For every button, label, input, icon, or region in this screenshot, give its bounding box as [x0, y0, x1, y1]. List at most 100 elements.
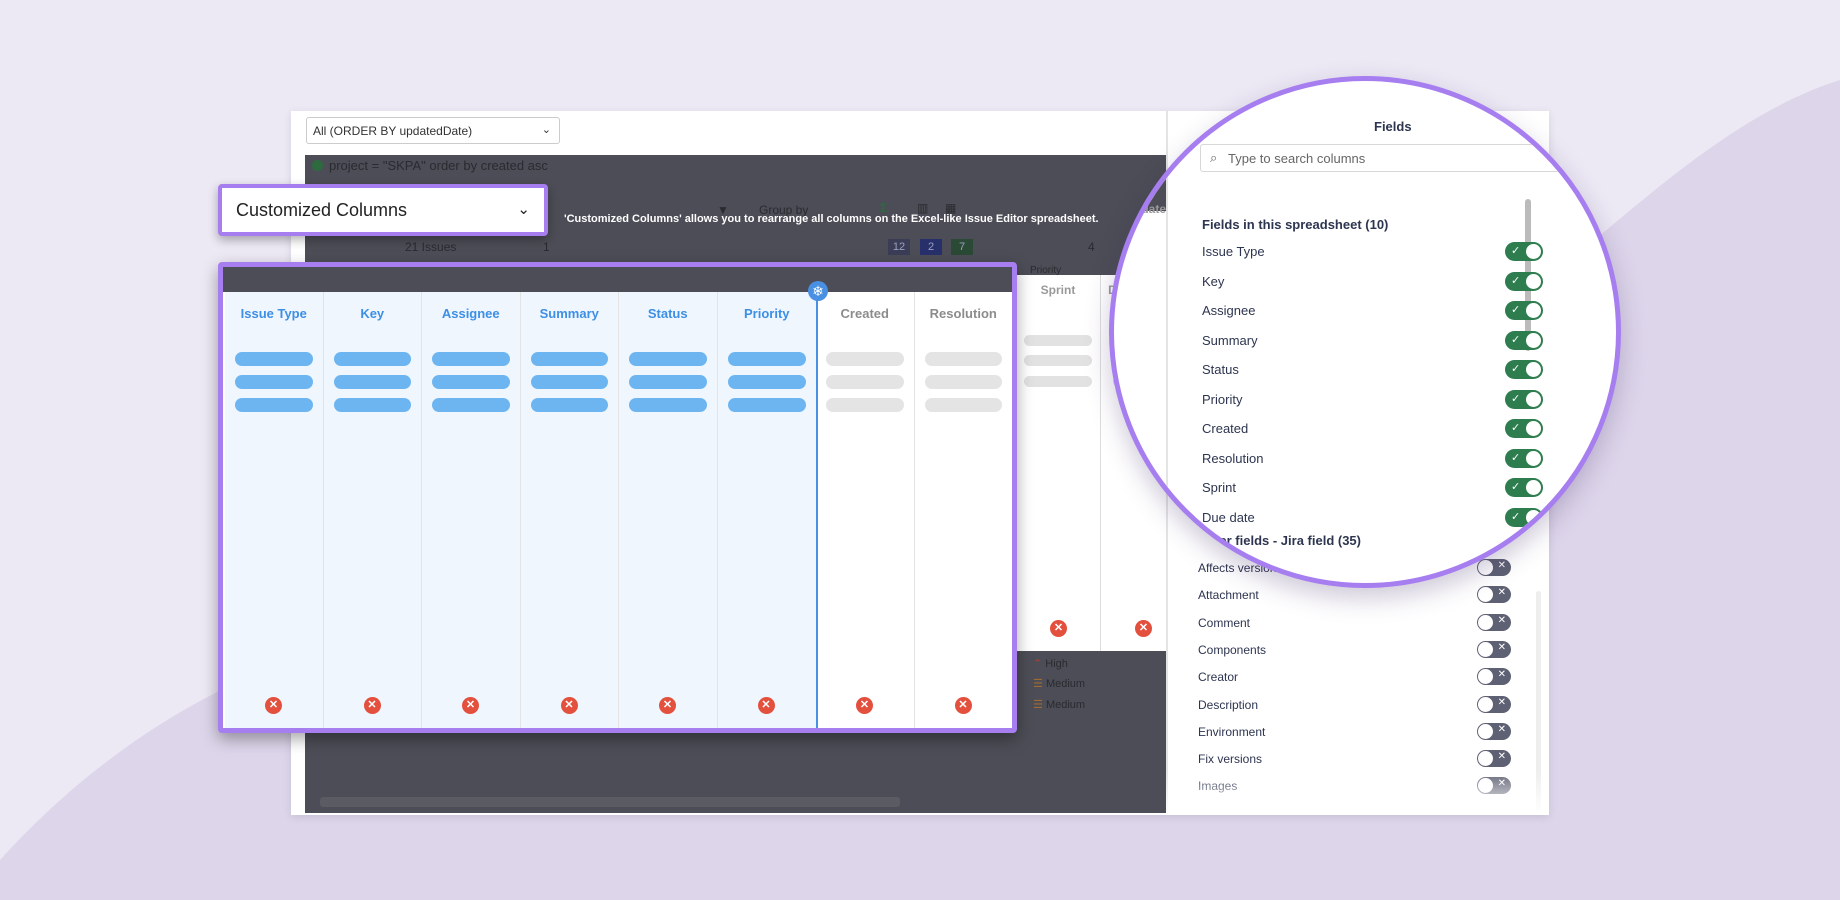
other-field-item: Fix versions	[1198, 752, 1263, 767]
jql-query[interactable]: project = "SKPA" order by created asc	[312, 158, 548, 173]
placeholder-bar	[727, 352, 806, 366]
column-header: Summary	[539, 306, 599, 321]
field-toggle-on[interactable]	[1505, 478, 1543, 497]
other-field-item: Attachment	[1198, 588, 1259, 603]
field-toggle-on[interactable]	[1505, 507, 1543, 527]
placeholder-bar	[432, 375, 510, 389]
panel-title: Fields	[1374, 119, 1412, 134]
column-header: Status	[647, 306, 688, 321]
badge-inprogress: 2	[920, 239, 942, 255]
field-toggle-on[interactable]	[1505, 330, 1543, 350]
remove-column-icon[interactable]: ✕	[757, 697, 775, 714]
field-item: Priority	[1202, 391, 1243, 407]
placeholder-bar	[530, 375, 608, 389]
remove-column-icon[interactable]: ✕	[265, 697, 282, 714]
other-fields-header: Other fields - Jira field (35)	[1197, 533, 1361, 548]
summary-count: 1	[543, 240, 550, 254]
remove-column-icon[interactable]: ✕	[954, 697, 972, 714]
view-select[interactable]: All (ORDER BY updatedDate) ⌄	[306, 117, 560, 144]
remove-column-icon[interactable]: ✕	[462, 697, 479, 714]
search-placeholder: Type to search columns	[1228, 151, 1366, 166]
priority-row: ☰ Medium	[1033, 678, 1086, 690]
remove-column-icon[interactable]: ✕	[1050, 620, 1067, 637]
column-key[interactable]: Key ✕	[323, 292, 422, 728]
remove-column-icon[interactable]: ✕	[560, 697, 578, 714]
remove-column-icon[interactable]: ✕	[1135, 620, 1152, 637]
remove-column-icon[interactable]: ✕	[856, 697, 873, 714]
field-toggle-off[interactable]	[1477, 722, 1511, 740]
field-item: Sprint	[1202, 480, 1236, 495]
column-header: Sprint	[1040, 283, 1076, 297]
search-icon: ⌕	[1210, 150, 1218, 165]
field-toggle-off[interactable]	[1477, 640, 1511, 658]
column-set-value: Customized Columns	[236, 200, 408, 220]
column-priority[interactable]: Priority ✕	[717, 292, 816, 728]
field-toggle-off[interactable]	[1477, 668, 1511, 686]
placeholder-bar	[826, 352, 904, 366]
column-set-select[interactable]: Customized Columns ⌄	[218, 184, 548, 236]
view-select-value: All (ORDER BY updatedDate)	[313, 124, 473, 138]
other-field-item: Environment	[1198, 724, 1266, 739]
remove-column-icon[interactable]: ✕	[659, 697, 676, 714]
field-toggle-off[interactable]	[1477, 586, 1511, 604]
priority-row: ⌃ High	[1033, 658, 1068, 670]
chevron-down-icon: ⌄	[517, 201, 530, 218]
field-toggle-on[interactable]	[1505, 242, 1543, 261]
panel-fade	[1166, 770, 1549, 815]
field-toggle-off[interactable]	[1477, 695, 1511, 713]
field-toggle-on[interactable]	[1505, 271, 1543, 291]
placeholder-bar	[727, 398, 806, 412]
column-summary[interactable]: Summary ✕	[520, 292, 619, 728]
field-toggle-on[interactable]	[1505, 448, 1543, 468]
feature-caption: 'Customized Columns' allows you to rearr…	[564, 213, 1099, 225]
field-toggle-on[interactable]	[1505, 389, 1543, 409]
field-toggle-off[interactable]	[1477, 613, 1511, 631]
remove-column-icon[interactable]: ✕	[363, 697, 381, 714]
field-item: Assignee	[1202, 303, 1256, 318]
placeholder-bar	[235, 352, 313, 366]
field-toggle-on[interactable]	[1505, 360, 1543, 379]
field-toggle-on[interactable]	[1505, 419, 1543, 438]
issue-count: 21 Issues	[405, 240, 457, 254]
placeholder-bar	[432, 398, 510, 412]
jql-text: project = "SKPA" order by created asc	[329, 158, 548, 173]
field-item: Status	[1202, 362, 1239, 377]
freeze-divider[interactable]	[816, 292, 818, 728]
column-created[interactable]: Created ✕	[816, 292, 915, 728]
placeholder-bar	[333, 375, 411, 389]
column-resolution[interactable]: Resolution ✕	[915, 292, 1013, 728]
field-item: Summary	[1202, 332, 1258, 348]
column-status[interactable]: Status ✕	[619, 292, 718, 728]
other-field-item: Comment	[1198, 615, 1251, 630]
badge-todo: 12	[888, 239, 910, 255]
placeholder-bar	[826, 375, 904, 389]
horizontal-scrollbar[interactable]	[320, 797, 900, 807]
priority-row: ☰ Medium	[1033, 699, 1086, 711]
column-search-input[interactable]: ⌕ Type to search columns	[1200, 144, 1560, 172]
placeholder-bar	[924, 375, 1002, 389]
column-header: Issue Type	[240, 306, 307, 321]
badge-done: 7	[951, 239, 973, 255]
column-editor-card: Issue Type ✕ Key ✕ Assignee ✕ Summary ✕ Status ✕ P…	[218, 262, 1017, 733]
column-header: Key	[360, 306, 385, 321]
magnified-fields-panel: Due date Fields ⌕ Type to search columns…	[1109, 76, 1621, 588]
field-toggle-off[interactable]	[1477, 750, 1511, 768]
field-toggle-off[interactable]	[1477, 559, 1511, 576]
placeholder-bar	[235, 398, 313, 412]
placeholder-bar	[530, 398, 608, 412]
other-field-item: Description	[1198, 697, 1259, 712]
other-field-item: Components	[1198, 642, 1267, 657]
field-toggle-on[interactable]	[1505, 301, 1543, 320]
field-item: Key	[1202, 273, 1225, 289]
due-date-header: Due date	[1115, 202, 1166, 216]
placeholder-bar	[333, 398, 411, 412]
snowflake-freeze-icon[interactable]: ❄	[808, 281, 828, 301]
chevron-down-icon: ⌄	[541, 124, 551, 136]
column-assignee[interactable]: Assignee ✕	[422, 292, 521, 728]
placeholder-bar	[235, 375, 313, 389]
column-header: Priority	[743, 306, 790, 321]
in-sheet-header: Fields in this spreadsheet (10)	[1202, 217, 1389, 232]
column-issue-type[interactable]: Issue Type ✕	[225, 292, 324, 728]
placeholder-bar	[530, 352, 608, 366]
column-header: Created	[840, 306, 889, 321]
